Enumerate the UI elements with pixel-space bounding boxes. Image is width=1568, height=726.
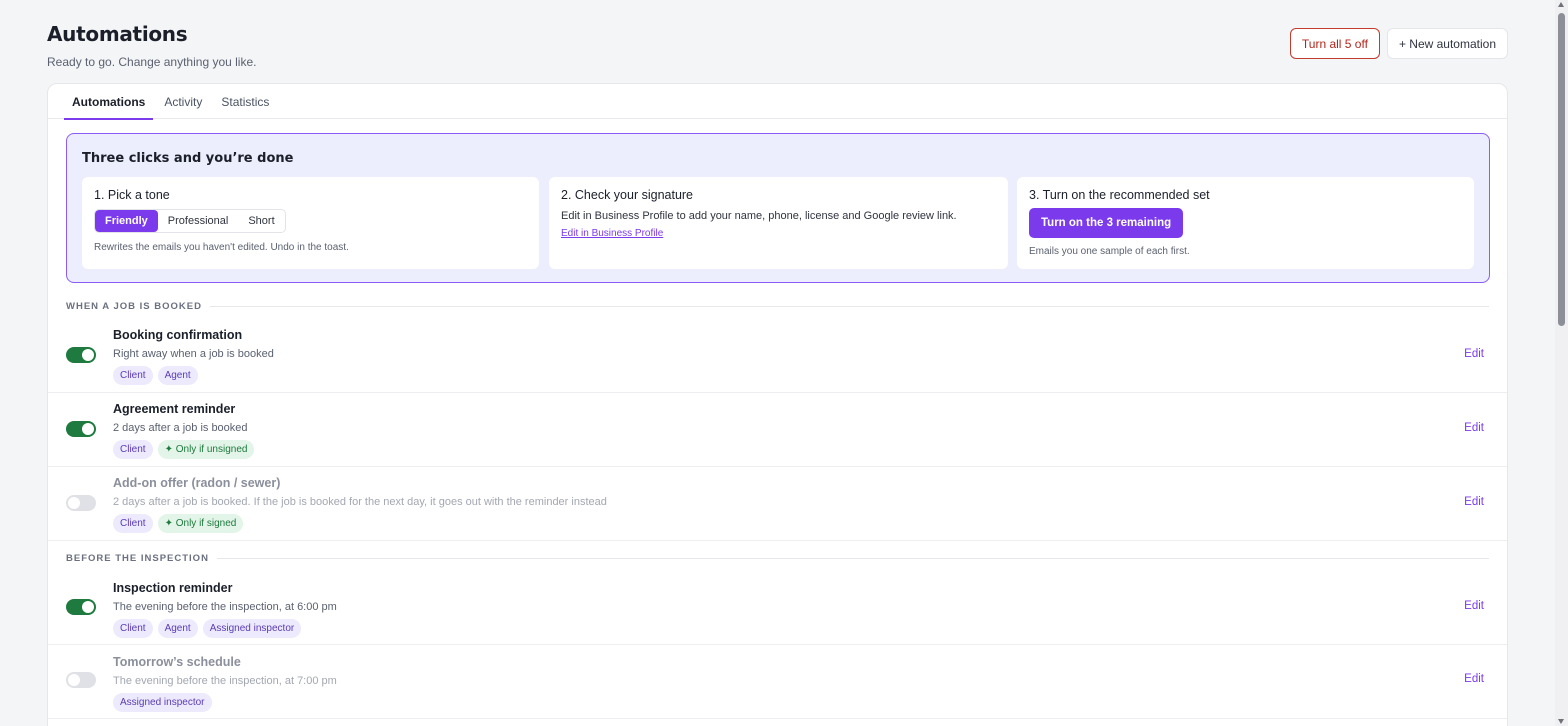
recipient-tag: Client bbox=[113, 366, 153, 385]
scroll-up-icon[interactable] bbox=[1558, 2, 1564, 7]
edit-link[interactable]: Edit bbox=[1464, 496, 1484, 508]
tone-selector: Friendly Professional Short bbox=[94, 209, 286, 233]
automation-schedule: The evening before the inspection, at 6:… bbox=[113, 601, 337, 613]
automation-toggle[interactable] bbox=[66, 495, 96, 511]
recipient-tag: Client bbox=[113, 619, 153, 638]
header-actions: Turn all 5 off + New automation bbox=[1289, 28, 1508, 59]
recipient-tag: Agent bbox=[157, 366, 198, 385]
scrollbar-thumb[interactable] bbox=[1558, 13, 1565, 326]
automation-title: Agreement reminder bbox=[113, 402, 236, 416]
automation-schedule: The evening before the inspection, at 7:… bbox=[113, 675, 337, 687]
onboarding-title: Three clicks and you’re done bbox=[82, 151, 294, 166]
automation-toggle[interactable] bbox=[66, 347, 96, 363]
automation-title: Tomorrow’s schedule bbox=[113, 655, 241, 669]
automation-title: Inspection reminder bbox=[113, 581, 233, 595]
toggle-knob bbox=[68, 497, 80, 509]
automation-row: Tomorrow’s schedule The evening before t… bbox=[48, 645, 1507, 719]
automation-toggle[interactable] bbox=[66, 672, 96, 688]
automation-schedule: 2 days after a job is booked bbox=[113, 422, 248, 434]
scroll-down-icon[interactable] bbox=[1558, 719, 1564, 724]
automation-toggle[interactable] bbox=[66, 421, 96, 437]
edit-business-profile-link[interactable]: Edit in Business Profile bbox=[561, 228, 663, 239]
toggle-knob bbox=[82, 423, 94, 435]
automation-info: Agreement reminder 2 days after a job is… bbox=[113, 402, 255, 459]
step-check-signature: 2. Check your signature Edit in Business… bbox=[549, 177, 1008, 269]
tab-automations[interactable]: Automations bbox=[64, 84, 154, 120]
tone-option-friendly[interactable]: Friendly bbox=[95, 210, 158, 232]
section-header: BEFORE THE INSPECTION bbox=[66, 553, 1489, 564]
automation-schedule: Right away when a job is booked bbox=[113, 348, 274, 360]
automation-schedule: 2 days after a job is booked. If the job… bbox=[113, 496, 607, 508]
edit-link[interactable]: Edit bbox=[1464, 348, 1484, 360]
automation-row: Add-on offer (radon / sewer) 2 days afte… bbox=[48, 467, 1507, 541]
automation-row: Agreement reminder 2 days after a job is… bbox=[48, 393, 1507, 467]
automation-info: Add-on offer (radon / sewer) 2 days afte… bbox=[113, 476, 607, 533]
section-title: WHEN A JOB IS BOOKED bbox=[66, 301, 202, 312]
step-text: Edit in Business Profile to add your nam… bbox=[561, 210, 957, 222]
condition-tag: ✦ Only if signed bbox=[157, 514, 244, 533]
section-divider bbox=[216, 558, 1489, 559]
step-title: 1. Pick a tone bbox=[94, 188, 170, 202]
automation-title: Add-on offer (radon / sewer) bbox=[113, 476, 281, 490]
recipient-tags: Client Agent Assigned inspector bbox=[113, 619, 337, 638]
tone-option-short[interactable]: Short bbox=[238, 210, 285, 232]
page-header: Automations Ready to go. Change anything… bbox=[47, 22, 1508, 72]
automation-info: Tomorrow’s schedule The evening before t… bbox=[113, 655, 337, 712]
automations-card: Automations Activity Statistics Three cl… bbox=[47, 83, 1508, 726]
step-pick-tone: 1. Pick a tone Friendly Professional Sho… bbox=[82, 177, 539, 269]
section-header: WHEN A JOB IS BOOKED bbox=[66, 301, 1489, 312]
tone-option-professional[interactable]: Professional bbox=[157, 210, 239, 232]
automation-toggle[interactable] bbox=[66, 599, 96, 615]
turn-all-off-button[interactable]: Turn all 5 off bbox=[1289, 28, 1380, 59]
tab-activity[interactable]: Activity bbox=[156, 84, 210, 119]
edit-link[interactable]: Edit bbox=[1464, 673, 1484, 685]
recipient-tags: Client Agent bbox=[113, 366, 274, 385]
page-subtitle: Ready to go. Change anything you like. bbox=[47, 55, 257, 69]
automation-row: Inspection reminder The evening before t… bbox=[48, 571, 1507, 645]
step-note: Emails you one sample of each first. bbox=[1029, 246, 1190, 257]
page-title: Automations bbox=[47, 22, 188, 46]
step-title: 2. Check your signature bbox=[561, 188, 694, 202]
section-title: BEFORE THE INSPECTION bbox=[66, 553, 209, 564]
automation-row: Booking confirmation Right away when a j… bbox=[48, 319, 1507, 393]
tab-statistics[interactable]: Statistics bbox=[213, 84, 277, 119]
recipient-tag: Assigned inspector bbox=[113, 693, 212, 712]
toggle-knob bbox=[68, 674, 80, 686]
edit-link[interactable]: Edit bbox=[1464, 600, 1484, 612]
tab-bar: Automations Activity Statistics bbox=[48, 84, 1507, 120]
condition-tag: ✦ Only if unsigned bbox=[157, 440, 255, 459]
recipient-tags: Client ✦ Only if unsigned bbox=[113, 440, 255, 459]
automation-info: Booking confirmation Right away when a j… bbox=[113, 328, 274, 385]
toggle-knob bbox=[82, 601, 94, 613]
recipient-tags: Client ✦ Only if signed bbox=[113, 514, 607, 533]
step-recommended-set: 3. Turn on the recommended set Turn on t… bbox=[1017, 177, 1474, 269]
edit-link[interactable]: Edit bbox=[1464, 422, 1484, 434]
turn-on-remaining-button[interactable]: Turn on the 3 remaining bbox=[1029, 208, 1184, 238]
new-automation-button[interactable]: + New automation bbox=[1386, 28, 1508, 59]
recipient-tag: Client bbox=[113, 514, 153, 533]
recipient-tags: Assigned inspector bbox=[113, 693, 337, 712]
recipient-tag: Assigned inspector bbox=[202, 619, 302, 638]
automation-title: Booking confirmation bbox=[113, 328, 243, 342]
toggle-knob bbox=[82, 349, 94, 361]
recipient-tag: Client bbox=[113, 440, 153, 459]
recipient-tag: Agent bbox=[157, 619, 198, 638]
step-title: 3. Turn on the recommended set bbox=[1029, 188, 1210, 202]
page-scrollbar[interactable] bbox=[1555, 0, 1568, 726]
onboarding-panel: Three clicks and you’re done 1. Pick a t… bbox=[66, 133, 1490, 283]
section-divider bbox=[209, 306, 1489, 307]
step-note: Rewrites the emails you haven't edited. … bbox=[94, 242, 349, 253]
automation-info: Inspection reminder The evening before t… bbox=[113, 581, 337, 638]
